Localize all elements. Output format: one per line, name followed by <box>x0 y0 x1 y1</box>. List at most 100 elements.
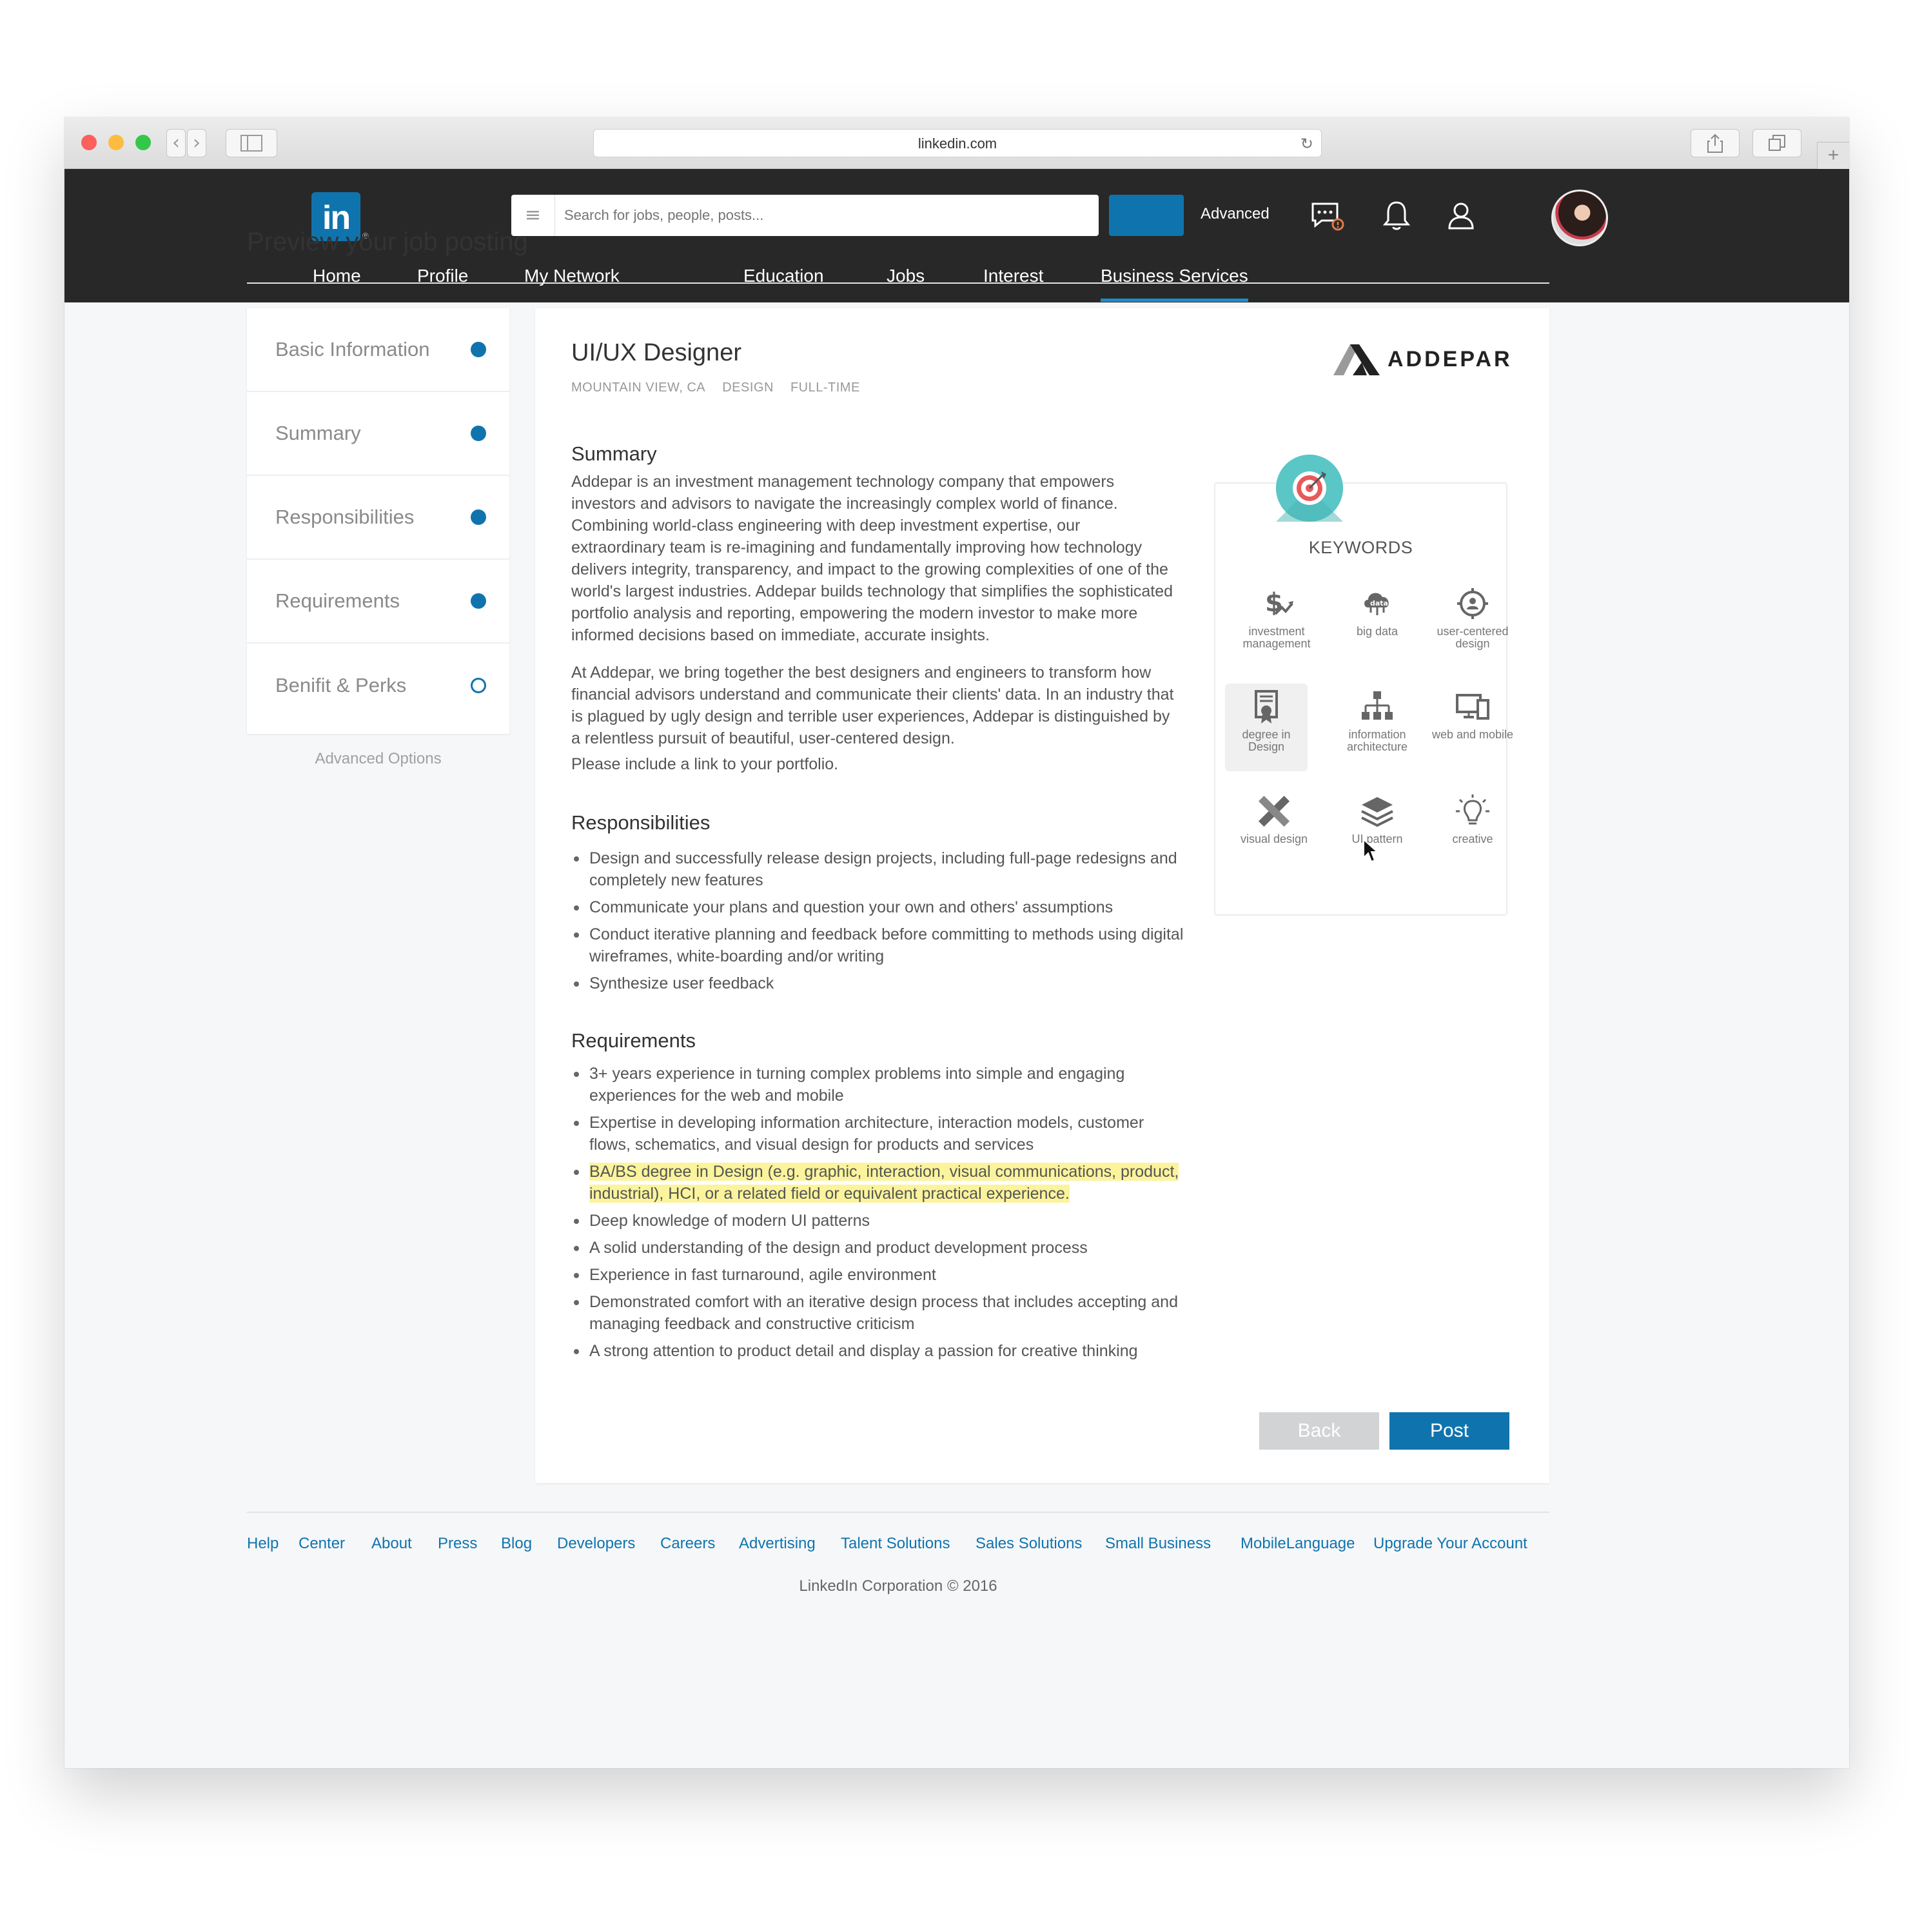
footer-link-advertising[interactable]: Advertising <box>739 1535 816 1553</box>
search-box: ≡ <box>511 195 1099 236</box>
portfolio-note: Please include a link to your portfolio. <box>571 755 839 773</box>
footer-link-press[interactable]: Press <box>438 1535 477 1553</box>
advanced-search-link[interactable]: Advanced <box>1201 205 1270 223</box>
step-label: Responsibilities <box>275 506 415 528</box>
nav-jobs[interactable]: Jobs <box>887 266 925 302</box>
list-item: 3+ years experience in turning complex p… <box>571 1063 1184 1107</box>
keyword-highlight: BA/BS degree in Design (e.g. graphic, in… <box>589 1163 1179 1203</box>
lightbulb-icon <box>1456 794 1489 825</box>
nav-business-services[interactable]: Business Services <box>1101 266 1248 302</box>
nav-my-network[interactable]: My Network <box>524 266 620 302</box>
keyword-user-centered-design[interactable]: user-centered design <box>1427 586 1518 650</box>
step-complete-indicator <box>471 593 486 609</box>
share-icon[interactable] <box>1691 129 1740 157</box>
messages-icon[interactable] <box>1308 197 1346 236</box>
step-benefit-perks[interactable]: Benifit & Perks <box>247 644 509 727</box>
list-item: Communicate your plans and question your… <box>571 896 1184 918</box>
zoom-window-button[interactable] <box>135 135 151 150</box>
keyword-ui-pattern[interactable]: UI pattern <box>1332 793 1422 845</box>
nav-profile[interactable]: Profile <box>417 266 468 302</box>
keyword-label: user-centered design <box>1437 625 1509 650</box>
keywords-title: KEYWORDS <box>1308 538 1413 557</box>
requirements-heading: Requirements <box>571 1029 696 1052</box>
sitemap-icon <box>1362 691 1393 720</box>
footer-link-careers[interactable]: Careers <box>660 1535 715 1553</box>
keyword-creative[interactable]: creative <box>1427 793 1518 845</box>
job-location: MOUNTAIN VIEW, CA <box>571 380 706 395</box>
list-item: Demonstrated comfort with an iterative d… <box>571 1291 1184 1335</box>
step-basic-information[interactable]: Basic Information <box>247 308 509 392</box>
nav-education[interactable]: Education <box>743 266 824 302</box>
copyright: LinkedIn Corporation © 2016 <box>799 1577 997 1595</box>
sidebar-toggle-icon[interactable] <box>226 129 277 157</box>
advanced-options-link[interactable]: Advanced Options <box>247 750 509 768</box>
keyword-label: visual design <box>1240 833 1308 845</box>
step-label: Basic Information <box>275 338 430 360</box>
keyword-big-data[interactable]: data big data <box>1332 586 1422 638</box>
close-window-button[interactable] <box>81 135 97 150</box>
search-input[interactable] <box>563 202 1079 228</box>
step-responsibilities[interactable]: Responsibilities <box>247 476 509 560</box>
job-preview-card: UI/UX Designer MOUNTAIN VIEW, CA DESIGN … <box>535 308 1549 1483</box>
url-text: linkedin.com <box>917 135 997 152</box>
footer-links: Help Center About Press Blog Developers … <box>247 1535 1553 1561</box>
back-button[interactable]: Back <box>1259 1412 1379 1450</box>
nav-home[interactable]: Home <box>313 266 361 302</box>
footer-link-center[interactable]: Center <box>299 1535 345 1553</box>
step-complete-indicator <box>471 509 486 525</box>
target-icon <box>1276 455 1343 522</box>
list-item: A solid understanding of the design and … <box>571 1237 1184 1259</box>
footer-link-developers[interactable]: Developers <box>557 1535 635 1553</box>
footer-divider <box>247 1512 1549 1513</box>
notifications-bell-icon[interactable] <box>1377 197 1416 236</box>
footer-link-talent-solutions[interactable]: Talent Solutions <box>841 1535 950 1553</box>
user-avatar[interactable] <box>1551 190 1608 246</box>
requirements-list: 3+ years experience in turning complex p… <box>571 1063 1184 1367</box>
job-type: FULL-TIME <box>790 380 860 395</box>
keyword-visual-design[interactable]: visual design <box>1229 793 1319 845</box>
footer-link-small-business[interactable]: Small Business <box>1105 1535 1211 1553</box>
footer-link-help[interactable]: Help <box>247 1535 279 1553</box>
mouse-cursor-icon <box>1363 838 1379 863</box>
minimize-window-button[interactable] <box>108 135 124 150</box>
keyword-label: big data <box>1356 625 1398 638</box>
reload-icon[interactable]: ↻ <box>1300 130 1313 158</box>
big-data-icon: data <box>1364 593 1389 615</box>
address-bar[interactable]: linkedin.com ↻ <box>593 129 1322 157</box>
job-meta: MOUNTAIN VIEW, CA DESIGN FULL-TIME <box>571 380 873 395</box>
devices-icon <box>1456 694 1489 720</box>
investment-icon: $ <box>1265 588 1293 618</box>
new-tab-icon[interactable]: + <box>1817 142 1849 169</box>
summary-paragraph: At Addepar, we bring together the best d… <box>571 664 1174 747</box>
step-complete-indicator <box>471 342 486 357</box>
list-item: Deep knowledge of modern UI patterns <box>571 1210 1184 1232</box>
svg-text:$: $ <box>1265 588 1283 618</box>
step-complete-indicator <box>471 426 486 441</box>
footer-link-sales-solutions[interactable]: Sales Solutions <box>976 1535 1082 1553</box>
forward-arrow-icon[interactable]: › <box>187 129 206 157</box>
responsibilities-list: Design and successfully release design p… <box>571 847 1184 1000</box>
search-button[interactable] <box>1109 195 1184 236</box>
browser-toolbar: ‹ › linkedin.com ↻ + <box>64 117 1849 169</box>
company-logo: ADDEPAR <box>1333 343 1520 382</box>
keyword-investment-management[interactable]: $ investment management <box>1231 586 1322 650</box>
footer-link-about[interactable]: About <box>371 1535 412 1553</box>
profile-icon[interactable] <box>1442 197 1480 236</box>
back-arrow-icon[interactable]: ‹ <box>166 129 186 157</box>
step-requirements[interactable]: Requirements <box>247 560 509 644</box>
post-button[interactable]: Post <box>1389 1412 1509 1450</box>
tabs-overview-icon[interactable] <box>1752 129 1801 157</box>
footer-link-blog[interactable]: Blog <box>501 1535 532 1553</box>
list-item: Experience in fast turnaround, agile env… <box>571 1264 1184 1286</box>
footer-link-upgrade-account[interactable]: Upgrade Your Account <box>1373 1535 1527 1553</box>
keyword-label: creative <box>1452 833 1493 845</box>
job-department: DESIGN <box>722 380 774 395</box>
nav-interest[interactable]: Interest <box>983 266 1043 302</box>
keyword-information-architecture[interactable]: information architecture <box>1332 689 1422 753</box>
footer-link-mobile-language[interactable]: MobileLanguage <box>1241 1535 1355 1553</box>
steps-panel: Basic Information Summary Responsibiliti… <box>247 308 509 734</box>
layers-icon <box>1361 797 1393 827</box>
step-summary[interactable]: Summary <box>247 392 509 476</box>
keyword-degree-in-design[interactable]: degree in Design <box>1225 684 1308 771</box>
keyword-web-and-mobile[interactable]: web and mobile <box>1427 689 1518 741</box>
